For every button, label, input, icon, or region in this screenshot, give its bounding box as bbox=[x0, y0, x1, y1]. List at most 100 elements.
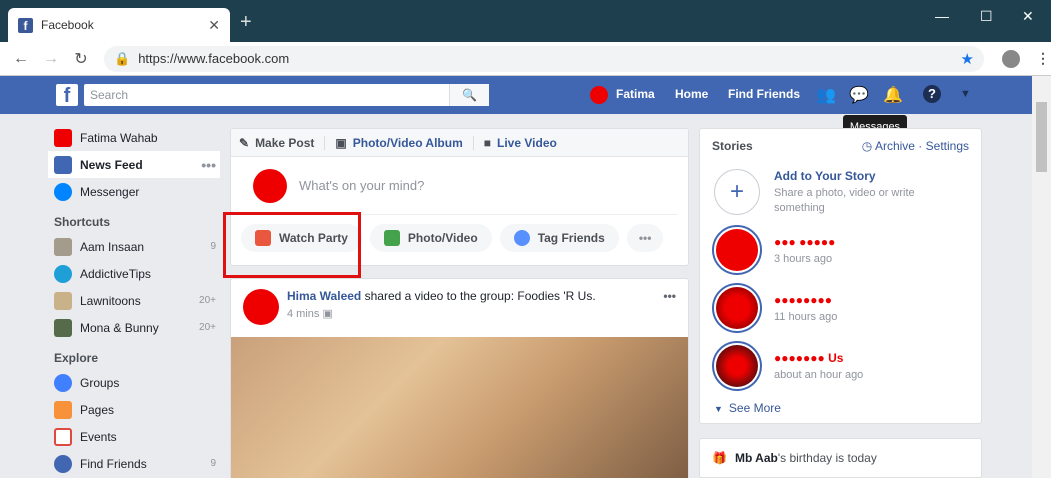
story-avatar bbox=[716, 287, 758, 329]
friend-requests-icon[interactable]: 👥 bbox=[816, 85, 836, 105]
gift-icon: 🎁 bbox=[712, 451, 727, 465]
page-scrollbar[interactable] bbox=[1032, 76, 1051, 478]
composer-tabs: ✎ Make Post ▣ Photo/Video Album ■ Live V… bbox=[231, 129, 688, 157]
author-name[interactable]: Hima Waleed bbox=[287, 289, 361, 303]
menu-kebab-icon[interactable]: ⋮ bbox=[1036, 50, 1050, 67]
address-bar[interactable]: 🔒 https://www.facebook.com ★ bbox=[104, 45, 984, 72]
post-time[interactable]: 4 mins bbox=[287, 308, 319, 320]
archive-link[interactable]: Archive bbox=[875, 139, 915, 153]
user-avatar[interactable] bbox=[590, 86, 608, 104]
bookmark-star-icon[interactable]: ★ bbox=[961, 50, 974, 68]
notification-count: 9 bbox=[210, 458, 216, 469]
group-privacy-icon: ▣ bbox=[322, 308, 333, 320]
see-more-label: See More bbox=[728, 401, 781, 415]
photo-video-button[interactable]: Photo/Video bbox=[369, 224, 492, 252]
post-header: Hima Waleed shared a video to the group:… bbox=[231, 279, 688, 337]
sidebar-item-news-feed[interactable]: News Feed ••• bbox=[48, 151, 220, 178]
birthday-name[interactable]: Mb Aab bbox=[735, 451, 778, 465]
see-more-link[interactable]: ▼ See More bbox=[700, 395, 981, 421]
sidebar-item-label: News Feed bbox=[80, 157, 143, 172]
sidebar-item-find-friends[interactable]: Find Friends 9 bbox=[48, 450, 220, 477]
sidebar-item-label: Events bbox=[80, 429, 117, 444]
back-icon[interactable]: ← bbox=[6, 50, 36, 68]
birthday-reminder[interactable]: 🎁 Mb Aab's birthday is today bbox=[699, 438, 982, 478]
tag-friends-label: Tag Friends bbox=[537, 231, 605, 245]
sidebar-item-label: Messenger bbox=[80, 184, 140, 199]
notification-count: 20+ bbox=[199, 322, 216, 333]
photo-icon bbox=[383, 230, 400, 246]
story-item[interactable]: ●●● ●●●●● 3 hours ago bbox=[700, 221, 981, 279]
new-tab-button[interactable]: + bbox=[240, 12, 252, 32]
tab-photo-video-album[interactable]: Photo/Video Album bbox=[353, 136, 463, 150]
close-window-icon[interactable]: ✕ bbox=[1022, 8, 1034, 25]
home-link[interactable]: Home bbox=[675, 87, 708, 101]
facebook-favicon-icon: f bbox=[18, 17, 33, 33]
user-avatar bbox=[253, 168, 287, 203]
notification-count: 20+ bbox=[199, 295, 216, 306]
notifications-bell-icon[interactable]: 🔔 bbox=[883, 85, 903, 105]
close-tab-icon[interactable]: ✕ bbox=[208, 17, 220, 34]
post-options-icon[interactable]: ••• bbox=[663, 289, 676, 327]
sidebar-item-profile[interactable]: Fatima Wahab bbox=[48, 124, 220, 151]
story-author: ●●● ●●●●● bbox=[774, 235, 836, 249]
add-story-title[interactable]: Add to Your Story bbox=[774, 169, 944, 183]
reload-icon[interactable]: ↻ bbox=[66, 49, 96, 69]
sidebar-item-lawnitoons[interactable]: Lawnitoons 20+ bbox=[48, 287, 220, 314]
sidebar-item-label: Aam Insaan bbox=[80, 239, 145, 254]
post-meta: 4 mins ▣ bbox=[287, 307, 596, 320]
search-placeholder: Search bbox=[90, 88, 129, 102]
sidebar-item-addictivetips[interactable]: AddictiveTips bbox=[48, 260, 220, 287]
birthday-text: 's birthday is today bbox=[777, 451, 877, 465]
status-input[interactable]: What's on your mind? bbox=[241, 157, 678, 215]
forward-icon[interactable]: → bbox=[36, 50, 66, 68]
sidebar-item-label: Lawnitoons bbox=[80, 293, 141, 308]
browser-toolbar: ← → ↻ 🔒 https://www.facebook.com ★ ⋮ bbox=[0, 42, 1051, 76]
story-item[interactable]: ●●●●●●●● 11 hours ago bbox=[700, 279, 981, 337]
sidebar-item-label: Find Friends bbox=[80, 456, 147, 471]
tag-friends-button[interactable]: Tag Friends bbox=[499, 224, 619, 252]
search-input[interactable]: Search 🔍 bbox=[84, 84, 489, 106]
live-video-icon: ■ bbox=[483, 135, 492, 150]
search-icon[interactable]: 🔍 bbox=[449, 84, 489, 106]
add-story[interactable]: + Add to Your Story Share a photo, video… bbox=[700, 163, 981, 221]
story-avatar bbox=[716, 345, 758, 387]
sidebar-item-mona-bunny[interactable]: Mona & Bunny 20+ bbox=[48, 314, 220, 341]
messenger-icon[interactable]: 💬 bbox=[849, 85, 869, 105]
sidebar-item-groups[interactable]: Groups bbox=[48, 369, 220, 396]
author-avatar[interactable] bbox=[243, 289, 279, 325]
minimize-icon[interactable]: — bbox=[935, 8, 949, 24]
sidebar-item-aam-insaan[interactable]: Aam Insaan 9 bbox=[48, 233, 220, 260]
sidebar-item-messenger[interactable]: Messenger bbox=[48, 178, 220, 205]
tab-live-video[interactable]: Live Video bbox=[497, 136, 557, 150]
facebook-logo-icon[interactable]: f bbox=[56, 84, 78, 107]
more-options-button[interactable]: ••• bbox=[626, 224, 664, 252]
post-action-text: shared a video to the group: Foodies 'R … bbox=[364, 289, 596, 303]
browser-tab[interactable]: f Facebook ✕ bbox=[8, 8, 230, 42]
story-item[interactable]: ●●●●●●● Us about an hour ago bbox=[700, 337, 981, 395]
group-avatar bbox=[54, 237, 72, 256]
sidebar-item-label: AddictiveTips bbox=[80, 266, 151, 281]
add-story-plus-icon[interactable]: + bbox=[714, 169, 760, 215]
profile-avatar-icon[interactable] bbox=[1002, 49, 1020, 68]
maximize-icon[interactable]: ☐ bbox=[980, 8, 993, 25]
watch-party-highlight bbox=[223, 212, 361, 278]
story-ring bbox=[712, 283, 762, 333]
sidebar-item-events[interactable]: Events bbox=[48, 423, 220, 450]
url-text: https://www.facebook.com bbox=[138, 51, 290, 66]
facebook-header: f Search 🔍 Fatima Home Find Friends 👥 💬 … bbox=[0, 76, 1032, 114]
sidebar-item-pages[interactable]: Pages bbox=[48, 396, 220, 423]
profile-link[interactable]: Fatima bbox=[616, 87, 655, 101]
more-options-icon[interactable]: ••• bbox=[201, 157, 220, 173]
account-menu-chevron-down-icon[interactable]: ▼ bbox=[960, 88, 971, 100]
archive-icon: ◷ bbox=[861, 139, 875, 153]
post-video-thumbnail[interactable] bbox=[231, 337, 688, 478]
lock-icon: 🔒 bbox=[114, 50, 131, 66]
help-icon[interactable]: ? bbox=[923, 85, 941, 103]
tag-friends-icon bbox=[513, 230, 530, 246]
feed-post: Hima Waleed shared a video to the group:… bbox=[230, 278, 689, 478]
find-friends-link[interactable]: Find Friends bbox=[728, 87, 800, 101]
photo-album-icon: ▣ bbox=[335, 135, 347, 150]
tab-make-post[interactable]: Make Post bbox=[255, 136, 314, 150]
settings-link[interactable]: Settings bbox=[926, 139, 969, 153]
scrollbar-thumb[interactable] bbox=[1036, 102, 1047, 172]
